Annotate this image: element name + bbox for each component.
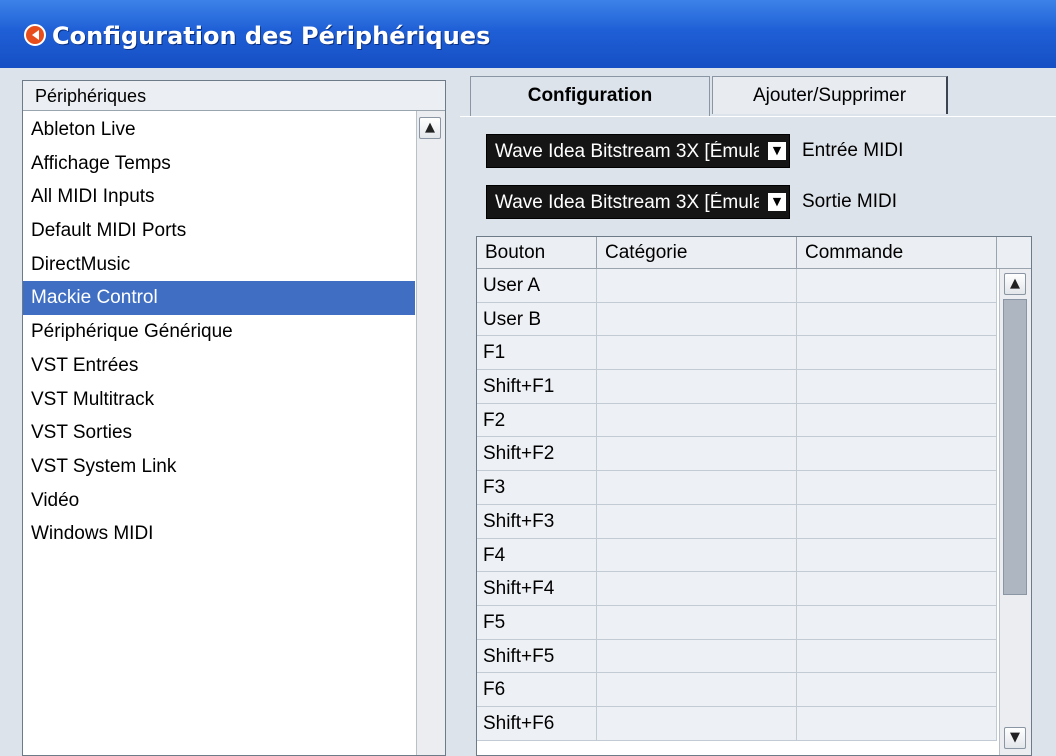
device-item[interactable]: Default MIDI Ports <box>23 214 415 248</box>
table-row[interactable]: F2 <box>477 403 997 438</box>
cell-bouton[interactable]: F5 <box>477 605 597 639</box>
midi-input-value: Wave Idea Bitstream 3X [Émulation] <box>495 141 759 162</box>
cell-categorie[interactable] <box>597 538 797 572</box>
cell-commande[interactable] <box>797 605 997 639</box>
tab-ajouter-supprimer[interactable]: Ajouter/Supprimer <box>712 76 948 114</box>
cell-bouton[interactable]: F2 <box>477 403 597 437</box>
table-row[interactable]: F3 <box>477 471 997 505</box>
cell-commande[interactable] <box>797 403 997 437</box>
device-item[interactable]: All MIDI Inputs <box>23 180 415 214</box>
table-header: Bouton Catégorie Commande <box>477 237 1031 269</box>
device-item[interactable]: Mackie Control <box>23 281 415 316</box>
cell-categorie[interactable] <box>597 639 797 673</box>
cell-commande[interactable] <box>797 471 997 505</box>
device-item[interactable]: VST Entrées <box>23 349 415 383</box>
table-row[interactable]: F4 <box>477 538 997 573</box>
midi-input-label: Entrée MIDI <box>802 140 904 161</box>
table-rows: User A User B F1 Shift+F1 F2 Shift+F2 F3 Shift+… <box>477 269 997 741</box>
tab-configuration[interactable]: Configuration <box>470 76 710 117</box>
cell-commande[interactable] <box>797 706 997 740</box>
cell-bouton[interactable]: User A <box>477 269 597 302</box>
device-item[interactable]: VST Multitrack <box>23 383 415 417</box>
table-row[interactable]: Shift+F2 <box>477 437 997 472</box>
chevron-up-icon[interactable]: ▲ <box>419 117 441 139</box>
cubase-logo-icon <box>24 24 46 46</box>
device-item[interactable]: VST System Link <box>23 450 415 484</box>
cell-bouton[interactable]: Shift+F4 <box>477 572 597 606</box>
cell-bouton[interactable]: F6 <box>477 673 597 707</box>
cell-categorie[interactable] <box>597 302 797 336</box>
table-row[interactable]: Shift+F4 <box>477 572 997 606</box>
button-table: Bouton Catégorie Commande User A User B F1… <box>476 236 1032 756</box>
chevron-up-icon[interactable]: ▲ <box>1004 273 1026 295</box>
midi-output-label: Sortie MIDI <box>802 191 898 212</box>
scrollbar-thumb[interactable] <box>1003 299 1027 595</box>
midi-output-select[interactable]: Wave Idea Bitstream 3X [Émulation] ▼ <box>486 185 790 219</box>
cell-bouton[interactable]: Shift+F3 <box>477 504 597 538</box>
cell-commande[interactable] <box>797 302 997 336</box>
tab-divider <box>460 116 1056 117</box>
chevron-down-icon[interactable]: ▼ <box>1004 727 1026 749</box>
table-scrollbar[interactable]: ▲ ▼ <box>999 269 1031 755</box>
cell-bouton[interactable]: Shift+F6 <box>477 706 597 740</box>
midi-input-select[interactable]: Wave Idea Bitstream 3X [Émulation] ▼ <box>486 134 790 168</box>
cell-categorie[interactable] <box>597 336 797 370</box>
cell-commande[interactable] <box>797 370 997 404</box>
device-item[interactable]: Windows MIDI <box>23 517 415 551</box>
device-item[interactable]: VST Sorties <box>23 416 415 450</box>
column-header-categorie[interactable]: Catégorie <box>597 237 797 268</box>
cell-commande[interactable] <box>797 538 997 572</box>
table-row[interactable]: Shift+F6 <box>477 706 997 741</box>
title-bar: Configuration des Périphériques <box>0 0 1056 68</box>
table-row[interactable]: F1 <box>477 336 997 371</box>
cell-categorie[interactable] <box>597 269 797 302</box>
dropdown-arrow-icon[interactable]: ▼ <box>768 142 786 160</box>
devices-header: Périphériques <box>23 81 445 111</box>
device-item[interactable]: Vidéo <box>23 484 415 518</box>
device-item[interactable]: Périphérique Générique <box>23 315 415 349</box>
cell-categorie[interactable] <box>597 370 797 404</box>
dropdown-arrow-icon[interactable]: ▼ <box>768 193 786 211</box>
cell-bouton[interactable]: F1 <box>477 336 597 370</box>
devices-scrollbar[interactable]: ▲ <box>416 111 445 755</box>
table-row[interactable]: Shift+F5 <box>477 639 997 674</box>
table-row[interactable]: User B <box>477 302 997 337</box>
cell-categorie[interactable] <box>597 437 797 471</box>
cell-bouton[interactable]: Shift+F5 <box>477 639 597 673</box>
cell-categorie[interactable] <box>597 673 797 707</box>
cell-commande[interactable] <box>797 336 997 370</box>
device-item[interactable]: Affichage Temps <box>23 147 415 181</box>
cell-commande[interactable] <box>797 269 997 302</box>
table-row[interactable]: Shift+F3 <box>477 504 997 539</box>
cell-commande[interactable] <box>797 572 997 606</box>
devices-list-panel: Périphériques Ableton Live Affichage Temp… <box>22 80 446 756</box>
cell-bouton[interactable]: F3 <box>477 471 597 505</box>
midi-output-value: Wave Idea Bitstream 3X [Émulation] <box>495 192 759 213</box>
window-title: Configuration des Périphériques <box>52 22 491 50</box>
cell-categorie[interactable] <box>597 572 797 606</box>
table-row[interactable]: F6 <box>477 673 997 707</box>
cell-commande[interactable] <box>797 673 997 707</box>
table-row[interactable]: Shift+F1 <box>477 370 997 404</box>
cell-categorie[interactable] <box>597 605 797 639</box>
cell-bouton[interactable]: Shift+F2 <box>477 437 597 471</box>
table-row[interactable]: F5 <box>477 605 997 640</box>
cell-commande[interactable] <box>797 437 997 471</box>
cell-categorie[interactable] <box>597 471 797 505</box>
cell-bouton[interactable]: Shift+F1 <box>477 370 597 404</box>
cell-commande[interactable] <box>797 639 997 673</box>
cell-categorie[interactable] <box>597 706 797 740</box>
column-header-commande[interactable]: Commande <box>797 237 997 268</box>
table-row[interactable]: User A <box>477 269 997 303</box>
devices-list: Ableton Live Affichage Temps All MIDI Inpu… <box>23 113 415 551</box>
device-item[interactable]: Ableton Live <box>23 113 415 147</box>
column-header-bouton[interactable]: Bouton <box>477 237 597 268</box>
cell-bouton[interactable]: User B <box>477 302 597 336</box>
cell-commande[interactable] <box>797 504 997 538</box>
device-item[interactable]: DirectMusic <box>23 248 415 282</box>
cell-categorie[interactable] <box>597 504 797 538</box>
cell-categorie[interactable] <box>597 403 797 437</box>
main-panel: Périphériques Ableton Live Affichage Temp… <box>0 68 1056 756</box>
cell-bouton[interactable]: F4 <box>477 538 597 572</box>
